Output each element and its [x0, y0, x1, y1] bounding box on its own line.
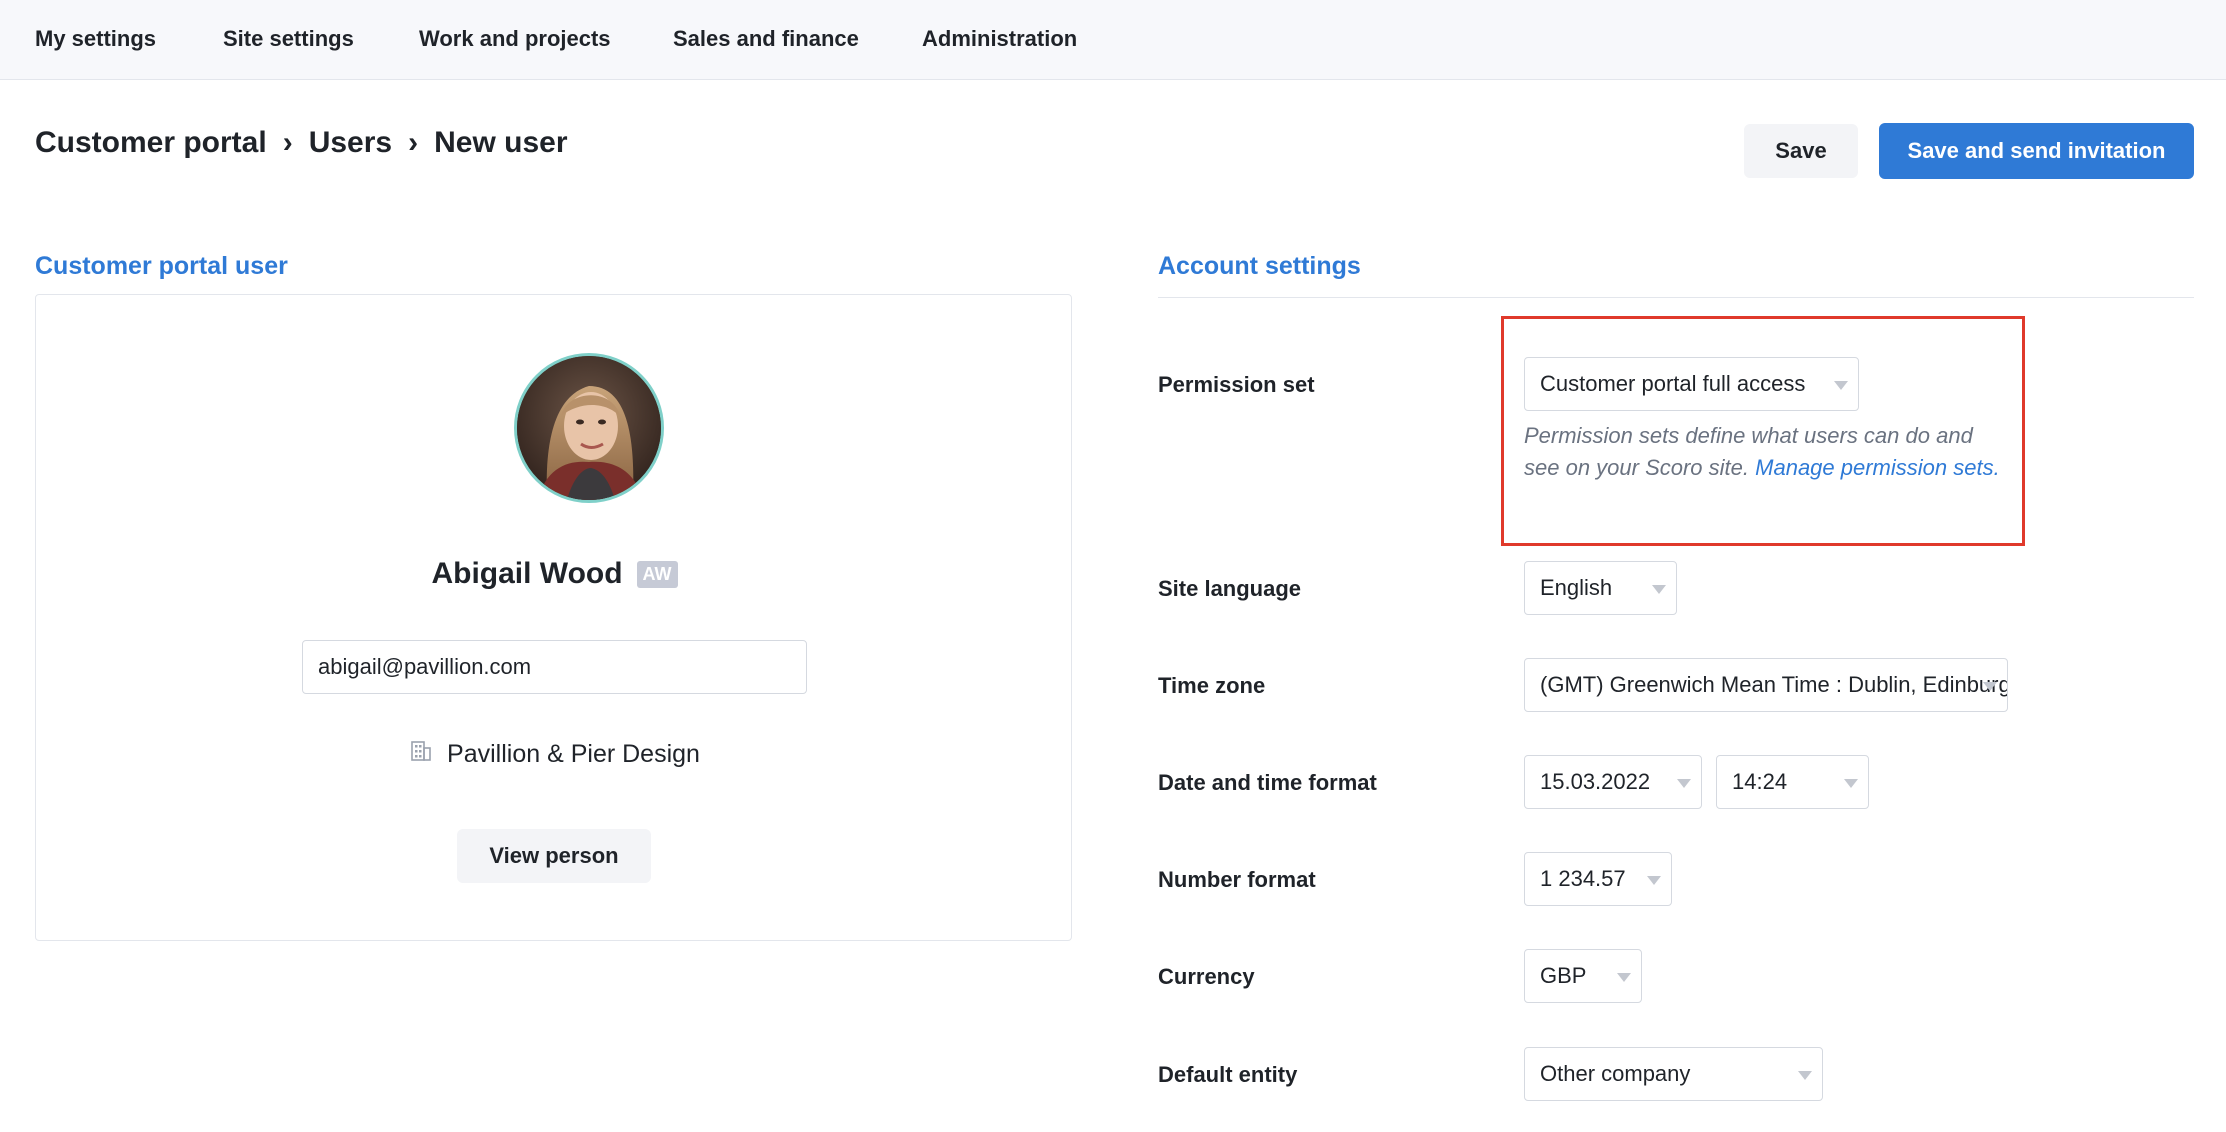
view-person-button[interactable]: View person — [457, 829, 651, 883]
time-zone-value: (GMT) Greenwich Mean Time : Dublin, Edin… — [1540, 672, 2007, 697]
manage-permission-sets-link[interactable]: Manage permission sets. — [1755, 455, 2000, 480]
number-format-select[interactable]: 1 234.57 — [1524, 852, 1672, 906]
breadcrumb-separator: › — [408, 126, 419, 159]
breadcrumb-users[interactable]: Users — [309, 126, 392, 159]
number-format-label: Number format — [1158, 867, 1316, 892]
save-button[interactable]: Save — [1744, 124, 1858, 178]
permission-set-value: Customer portal full access — [1540, 371, 1806, 396]
date-format-select[interactable]: 15.03.2022 — [1524, 755, 1702, 809]
chevron-down-icon — [1834, 381, 1848, 390]
time-zone-select[interactable]: (GMT) Greenwich Mean Time : Dublin, Edin… — [1524, 658, 2008, 712]
account-settings-title: Account settings — [1158, 252, 1361, 280]
building-icon — [409, 739, 433, 770]
chevron-down-icon — [1798, 1071, 1812, 1080]
nav-my-settings[interactable]: My settings — [35, 26, 156, 52]
avatar — [514, 353, 664, 503]
company-row: Pavillion & Pier Design — [36, 739, 1073, 770]
site-language-select[interactable]: English — [1524, 561, 1677, 615]
top-navigation: My settings Site settings Work and proje… — [0, 0, 2226, 80]
breadcrumb-new-user: New user — [434, 126, 568, 159]
nav-work-and-projects[interactable]: Work and projects — [419, 26, 611, 52]
profile-photo-icon — [517, 356, 661, 500]
initials-badge: AW — [636, 560, 678, 588]
divider — [1158, 297, 2194, 298]
time-format-select[interactable]: 14:24 — [1716, 755, 1869, 809]
nav-site-settings[interactable]: Site settings — [223, 26, 354, 52]
time-zone-label: Time zone — [1158, 673, 1266, 698]
default-entity-select[interactable]: Other company — [1524, 1047, 1823, 1101]
chevron-down-icon — [1652, 585, 1666, 594]
email-field[interactable] — [302, 640, 807, 694]
default-entity-value: Other company — [1540, 1061, 1691, 1086]
permission-set-select[interactable]: Customer portal full access — [1524, 357, 1859, 411]
customer-portal-user-title: Customer portal user — [35, 252, 288, 280]
currency-select[interactable]: GBP — [1524, 949, 1642, 1003]
breadcrumb: Customer portal › Users › New user — [35, 126, 568, 160]
user-name-row: Abigail Wood AW — [36, 557, 1073, 591]
user-name: Abigail Wood — [431, 557, 623, 590]
chevron-down-icon — [1647, 876, 1661, 885]
chevron-down-icon — [1844, 779, 1858, 788]
permission-set-label: Permission set — [1158, 372, 1315, 397]
nav-administration[interactable]: Administration — [922, 26, 1077, 52]
breadcrumb-customer-portal[interactable]: Customer portal — [35, 126, 267, 159]
default-entity-label: Default entity — [1158, 1062, 1298, 1087]
save-and-send-invitation-button[interactable]: Save and send invitation — [1879, 123, 2194, 179]
breadcrumb-separator: › — [282, 126, 293, 159]
nav-sales-and-finance[interactable]: Sales and finance — [673, 26, 859, 52]
company-name[interactable]: Pavillion & Pier Design — [447, 740, 700, 768]
date-time-format-label: Date and time format — [1158, 770, 1377, 795]
chevron-down-icon — [1983, 682, 1997, 691]
user-card: Abigail Wood AW Pavillion & Pier Design V… — [35, 294, 1072, 941]
permission-set-help: Permission sets define what users can do… — [1524, 420, 2004, 484]
chevron-down-icon — [1617, 973, 1631, 982]
chevron-down-icon — [1677, 779, 1691, 788]
site-language-label: Site language — [1158, 576, 1302, 601]
currency-label: Currency — [1158, 964, 1255, 989]
